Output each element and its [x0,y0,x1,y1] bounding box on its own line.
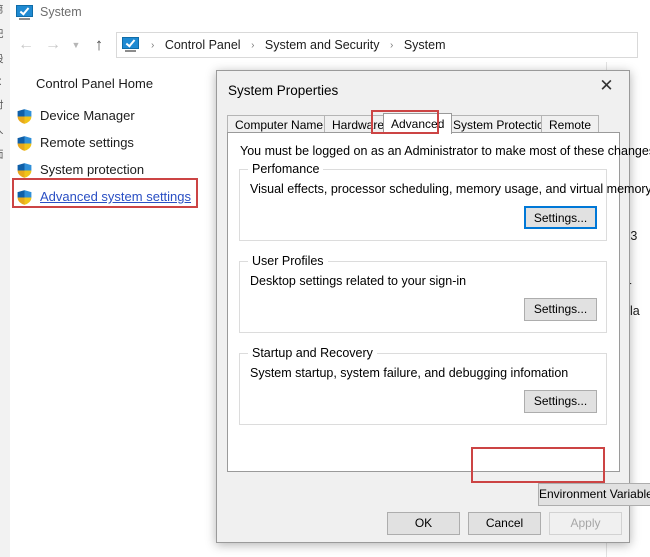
tab-advanced[interactable]: Advanced [383,113,452,134]
startup-recovery-group-title: Startup and Recovery [248,346,377,360]
cancel-button[interactable]: Cancel [468,512,541,535]
sidebar-item-label: Device Manager [40,106,135,128]
dialog-tabstrip: Computer Name Hardware Advanced System P… [227,113,620,133]
breadcrumb-item-system[interactable]: System [403,38,447,52]
startup-recovery-group: Startup and Recovery System startup, sys… [239,353,607,425]
apply-button: Apply [549,512,622,535]
tab-remote[interactable]: Remote [541,115,599,133]
shield-icon [16,189,33,206]
window-titlebar: System [10,0,650,28]
sidebar-item-label: Advanced system settings [40,187,191,209]
arrow-left-icon[interactable]: ← [16,35,36,55]
performance-settings-button[interactable]: Settings... [524,206,597,229]
chevron-down-icon[interactable]: ▼ [66,35,86,55]
address-bar: ← → ▼ ↑ › Control Panel › System and Sec… [10,28,650,62]
breadcrumb: › Control Panel › System and Security › … [145,33,447,57]
startup-recovery-settings-button[interactable]: Settings... [524,390,597,413]
advanced-tab-page: You must be logged on as an Administrato… [227,132,620,472]
environment-variables-button[interactable]: Environment Variables... [538,483,650,506]
administrator-note: You must be logged on as an Administrato… [240,144,650,158]
user-profiles-group-title: User Profiles [248,254,328,268]
sidebar-item-control-panel-home[interactable]: Control Panel Home [36,76,153,91]
dialog-title: System Properties [228,83,338,98]
arrow-up-icon[interactable]: ↑ [89,35,109,55]
breadcrumb-item-system-and-security[interactable]: System and Security [264,38,381,52]
sidebar-item-label: Remote settings [40,133,134,155]
monitor-icon [122,37,139,53]
startup-recovery-group-description: System startup, system failure, and debu… [250,366,568,380]
shield-icon [16,135,33,152]
ok-button[interactable]: OK [387,512,460,535]
tab-computer-name[interactable]: Computer Name [227,115,331,133]
breadcrumb-separator: › [145,40,160,51]
breadcrumb-item-control-panel[interactable]: Control Panel [164,38,242,52]
user-profiles-group: User Profiles Desktop settings related t… [239,261,607,333]
shield-icon [16,108,33,125]
sidebar-item-label: System protection [40,160,144,182]
breadcrumb-separator: › [384,40,399,51]
arrow-right-icon[interactable]: → [43,35,63,55]
user-profiles-settings-button[interactable]: Settings... [524,298,597,321]
breadcrumb-separator: › [245,40,260,51]
shield-icon [16,162,33,179]
monitor-icon [16,5,33,21]
breadcrumb-bar[interactable]: › Control Panel › System and Security › … [116,32,638,58]
window-title: System [40,5,82,19]
close-icon[interactable]: ✕ [584,71,629,101]
user-profiles-group-description: Desktop settings related to your sign-in [250,274,466,288]
performance-group: Perfomance Visual effects, processor sch… [239,169,607,241]
performance-group-description: Visual effects, processor scheduling, me… [250,182,650,196]
system-properties-dialog: System Properties ✕ Computer Name Hardwa… [216,70,630,543]
performance-group-title: Perfomance [248,162,323,176]
sidebar: Control Panel Home Device Manager [10,62,224,557]
tab-hardware[interactable]: Hardware [324,115,392,133]
